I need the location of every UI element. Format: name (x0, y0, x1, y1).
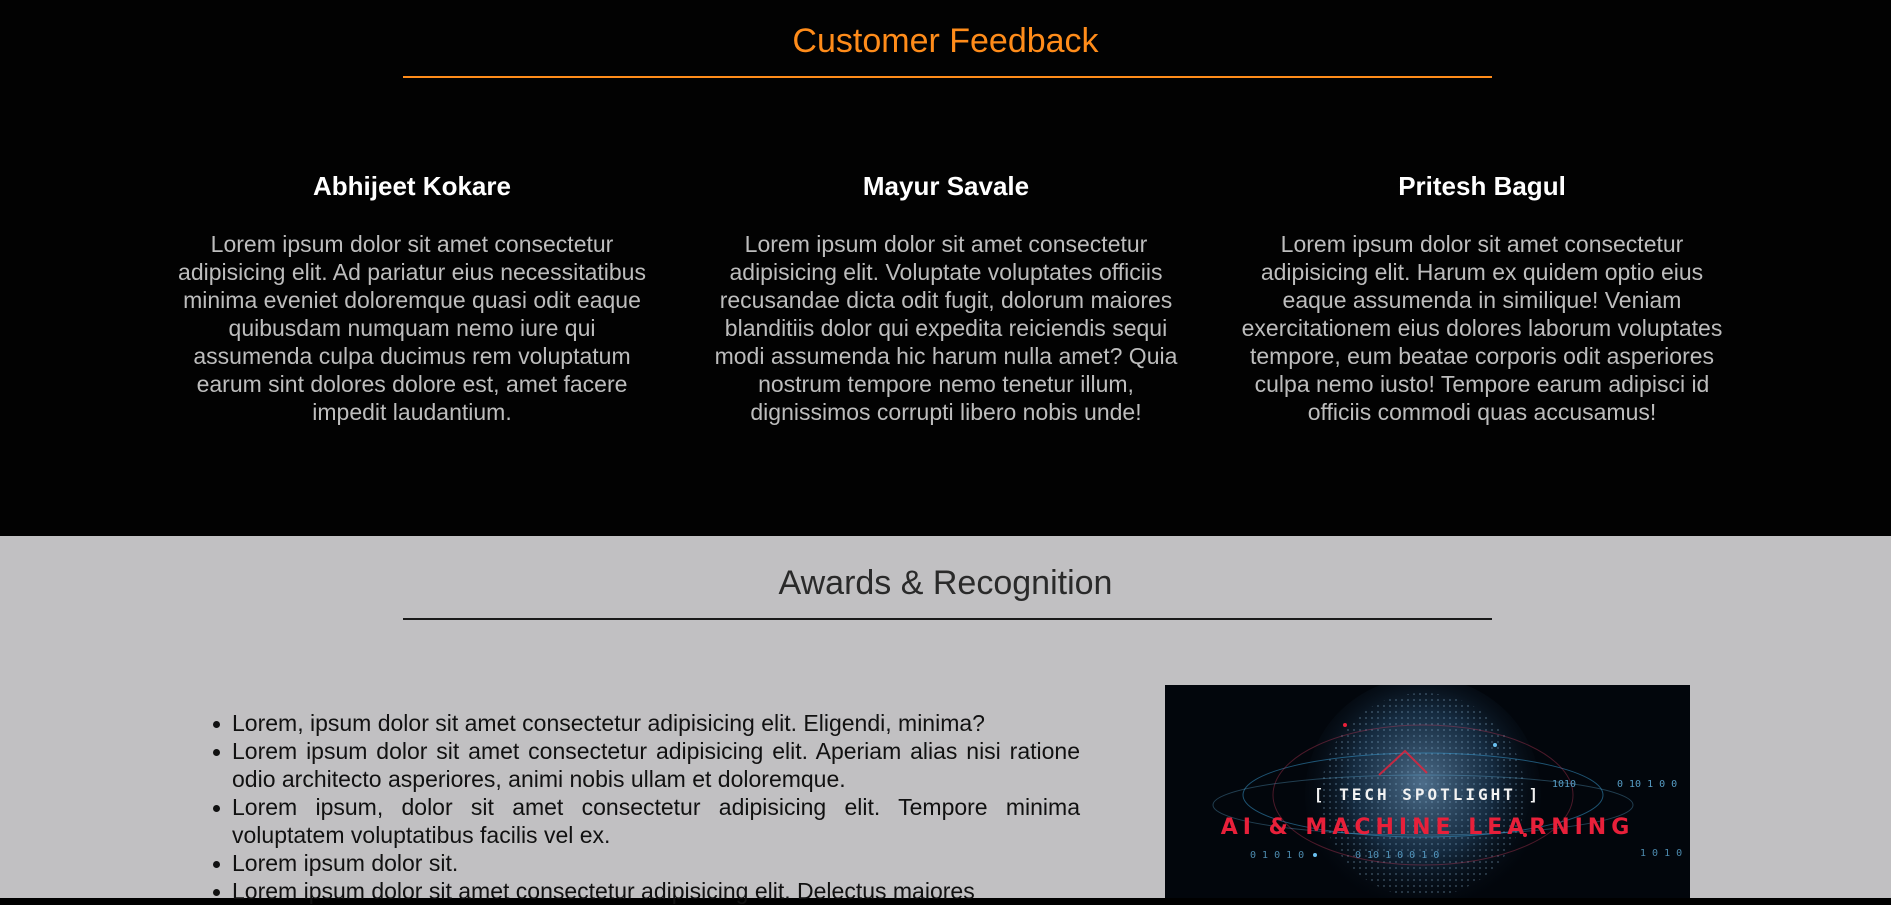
tech-spotlight-image: [ TECH SPOTLIGHT ] AI & MACHINE LEARNING… (1165, 685, 1690, 898)
review-card: Pritesh Bagul Lorem ipsum dolor sit amet… (1237, 168, 1727, 426)
review-card: Mayur Savale Lorem ipsum dolor sit amet … (701, 168, 1191, 426)
awards-title-divider (403, 618, 1492, 620)
reviewer-name: Mayur Savale (862, 171, 1030, 201)
awards-list: Lorem, ipsum dolor sit amet consectetur … (213, 709, 1080, 905)
award-item: Lorem ipsum, dolor sit amet consectetur … (213, 794, 1080, 848)
binary-text: 0 10 1 0 0 1 0 (1355, 850, 1440, 861)
awards-title: Awards & Recognition (778, 564, 1113, 602)
feedback-title: Customer Feedback (792, 22, 1099, 60)
review-text: Lorem ipsum dolor sit amet consectetur a… (178, 231, 646, 425)
review-card: Abhijeet Kokare Lorem ipsum dolor sit am… (167, 168, 657, 426)
awards-section: Awards & Recognition Lorem, ipsum dolor … (0, 536, 1891, 904)
spotlight-kicker: [ TECH SPOTLIGHT ] (1313, 785, 1542, 804)
reviewer-name: Pritesh Bagul (1398, 171, 1566, 201)
reviewer-name: Abhijeet Kokare (313, 171, 511, 201)
binary-text: 1 0 1 0 (1640, 848, 1683, 859)
spotlight-title: AI & MACHINE LEARNING (1220, 815, 1635, 840)
binary-text: 0 10 1 0 0 (1617, 779, 1678, 790)
customer-feedback-section: Customer Feedback Abhijeet Kokare Lorem … (0, 0, 1891, 536)
award-item: Lorem, ipsum dolor sit amet consectetur … (213, 709, 1080, 737)
award-item: Lorem ipsum dolor sit. (213, 849, 1080, 877)
binary-text: 1010 (1552, 779, 1577, 790)
feedback-title-divider (403, 76, 1492, 78)
review-text: Lorem ipsum dolor sit amet consectetur a… (1241, 231, 1723, 425)
review-text: Lorem ipsum dolor sit amet consectetur a… (714, 231, 1178, 425)
binary-text: 0 1 0 1 0 (1250, 850, 1305, 861)
award-item: Lorem ipsum dolor sit amet consectetur a… (213, 738, 1080, 792)
award-item: Lorem ipsum dolor sit amet consectetur a… (213, 877, 1080, 905)
